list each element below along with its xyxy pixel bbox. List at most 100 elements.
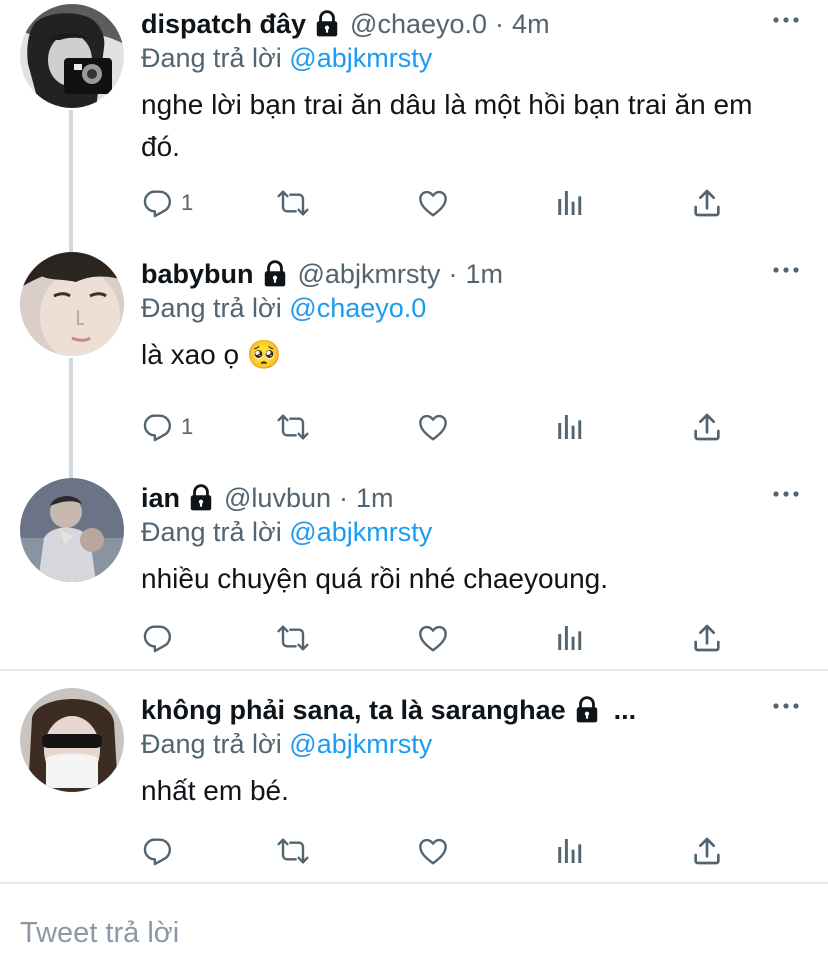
analytics-button[interactable]	[554, 183, 586, 223]
analytics-icon	[554, 411, 586, 443]
replying-to-label: Đang trả lời	[141, 43, 282, 73]
tweet-actions	[141, 831, 741, 871]
tweet-text: là xao ọ 🥺	[141, 334, 781, 376]
tweet-header: ian @luvbun · 1m	[141, 480, 761, 516]
retweet-icon	[277, 835, 309, 867]
like-button[interactable]	[417, 618, 449, 658]
tweet-header: không phải sana, ta là saranghae ...	[141, 692, 761, 728]
lock-icon	[314, 10, 340, 38]
heart-icon	[417, 411, 449, 443]
analytics-icon	[554, 835, 586, 867]
username[interactable]: @abjkmrsty	[298, 256, 441, 292]
reply-icon	[141, 411, 173, 443]
share-icon	[691, 835, 723, 867]
pleading-face-emoji: 🥺	[246, 339, 282, 370]
share-button[interactable]	[691, 407, 723, 447]
timestamp[interactable]: 4m	[512, 6, 550, 42]
mention-link[interactable]: @abjkmrsty	[289, 43, 432, 73]
replying-to-label: Đang trả lời	[141, 729, 282, 759]
avatar[interactable]	[20, 688, 124, 792]
share-button[interactable]	[691, 183, 723, 223]
tweet[interactable]: dispatch đây @chaeyo.0 · 4m Đang trả lời…	[0, 0, 828, 245]
share-icon	[691, 622, 723, 654]
share-button[interactable]	[691, 618, 723, 658]
retweet-button[interactable]	[277, 407, 309, 447]
username[interactable]: @luvbun	[224, 480, 331, 516]
reply-button[interactable]	[141, 831, 181, 871]
avatar[interactable]	[20, 478, 124, 582]
replying-to-label: Đang trả lời	[141, 517, 282, 547]
avatar[interactable]	[20, 252, 124, 356]
analytics-button[interactable]	[554, 618, 586, 658]
reply-button[interactable]: 1	[141, 407, 193, 447]
share-icon	[691, 187, 723, 219]
timestamp[interactable]: 1m	[465, 256, 503, 292]
reply-count: 1	[181, 414, 194, 439]
more-options-icon[interactable]	[772, 700, 800, 712]
retweet-button[interactable]	[277, 618, 309, 658]
retweet-button[interactable]	[277, 183, 309, 223]
separator: ·	[339, 483, 348, 513]
timestamp[interactable]: 1m	[356, 480, 394, 516]
replying-to: Đang trả lời @abjkmrsty	[141, 514, 432, 550]
tweet-text-content: là xao ọ	[141, 339, 240, 370]
tweet-actions	[141, 618, 741, 658]
lock-icon	[574, 696, 600, 724]
replying-to: Đang trả lời @abjkmrsty	[141, 40, 432, 76]
mention-link[interactable]: @chaeyo.0	[289, 293, 426, 323]
reply-count: 1	[181, 190, 194, 215]
truncation-ellipsis: ...	[613, 695, 637, 725]
avatar[interactable]	[20, 4, 124, 108]
share-icon	[691, 411, 723, 443]
tweet-header: babybun @abjkmrsty · 1m	[141, 256, 761, 292]
retweet-icon	[277, 622, 309, 654]
lock-icon	[188, 484, 214, 512]
analytics-button[interactable]	[554, 831, 586, 871]
like-button[interactable]	[417, 183, 449, 223]
reply-icon	[141, 622, 173, 654]
tweet-header: dispatch đây @chaeyo.0 · 4m	[141, 6, 761, 42]
replying-to-label: Đang trả lời	[141, 293, 282, 323]
display-name[interactable]: không phải sana, ta là saranghae	[141, 692, 566, 728]
replying-to: Đang trả lời @abjkmrsty	[141, 726, 432, 762]
reply-compose-input[interactable]: Tweet trả lời	[20, 913, 179, 953]
retweet-icon	[277, 411, 309, 443]
heart-icon	[417, 622, 449, 654]
replying-to: Đang trả lời @chaeyo.0	[141, 290, 426, 326]
more-options-icon[interactable]	[772, 14, 800, 26]
reply-icon	[141, 835, 173, 867]
heart-icon	[417, 835, 449, 867]
more-options-icon[interactable]	[772, 488, 800, 500]
separator: ·	[448, 259, 458, 289]
lock-icon	[262, 260, 288, 288]
like-button[interactable]	[417, 407, 449, 447]
mention-link[interactable]: @abjkmrsty	[289, 729, 432, 759]
tweet-actions: 1	[141, 183, 741, 223]
retweet-button[interactable]	[277, 831, 309, 871]
more-options-icon[interactable]	[772, 264, 800, 276]
like-button[interactable]	[417, 831, 449, 871]
share-button[interactable]	[691, 831, 723, 871]
tweet-actions: 1	[141, 407, 741, 447]
tweet-text: nhất em bé.	[141, 775, 289, 806]
display-name[interactable]: babybun	[141, 256, 254, 292]
analytics-button[interactable]	[554, 407, 586, 447]
tweet[interactable]: không phải sana, ta là saranghae ... Đan…	[0, 686, 828, 882]
mention-link[interactable]: @abjkmrsty	[289, 517, 432, 547]
tweet-text: nhiều chuyện quá rồi nhé chaeyoung.	[141, 563, 609, 594]
analytics-icon	[554, 622, 586, 654]
divider	[0, 882, 828, 884]
tweet[interactable]: ian @luvbun · 1m Đang trả lời @abjkmrsty…	[0, 474, 828, 669]
analytics-icon	[554, 187, 586, 219]
username[interactable]: @chaeyo.0	[350, 6, 487, 42]
display-name[interactable]: dispatch đây	[141, 6, 306, 42]
heart-icon	[417, 187, 449, 219]
divider	[0, 669, 828, 671]
reply-icon	[141, 187, 173, 219]
separator: ·	[495, 9, 505, 39]
tweet[interactable]: babybun @abjkmrsty · 1m Đang trả lời @ch…	[0, 250, 828, 475]
reply-button[interactable]: 1	[141, 183, 193, 223]
reply-button[interactable]	[141, 618, 181, 658]
retweet-icon	[277, 187, 309, 219]
display-name[interactable]: ian	[141, 480, 180, 516]
